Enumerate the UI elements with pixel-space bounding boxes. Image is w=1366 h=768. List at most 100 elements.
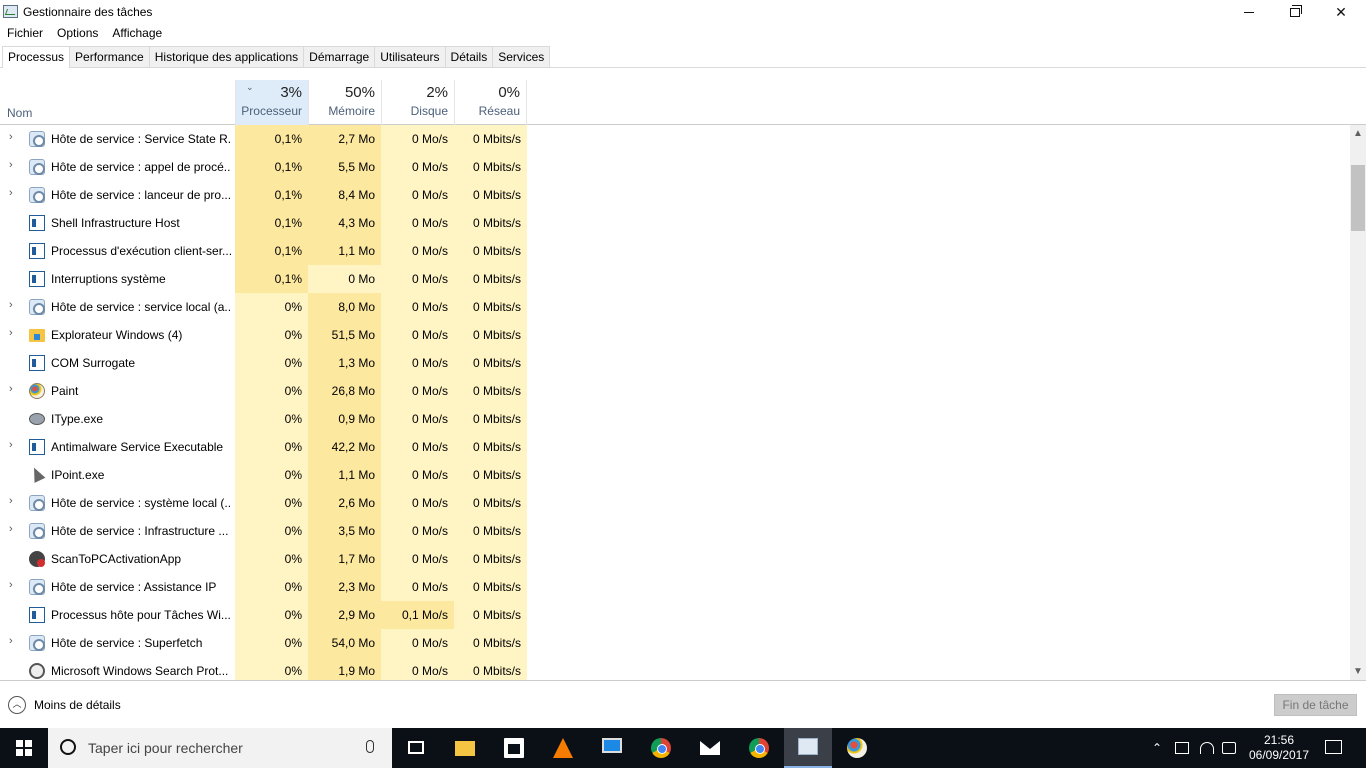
taskbar-app-chrome[interactable]	[637, 728, 685, 768]
minimize-icon	[1244, 11, 1254, 13]
expand-chevron-icon[interactable]: ›	[9, 328, 17, 339]
table-row[interactable]: › Hôte de service : service local (a... 0%…	[0, 293, 1350, 321]
expand-chevron-icon[interactable]: ›	[9, 300, 17, 311]
network-cell: 0 Mbits/s	[454, 545, 527, 573]
process-name: Shell Infrastructure Host	[51, 216, 180, 230]
microphone-icon[interactable]	[366, 740, 374, 753]
scroll-up-icon[interactable]: ▲	[1350, 125, 1366, 142]
taskbar-app-task-view[interactable]	[392, 728, 440, 768]
taskbar-app-file-explorer[interactable]	[441, 728, 489, 768]
volume-icon[interactable]	[1222, 742, 1236, 754]
restore-icon	[1290, 4, 1302, 17]
memory-cell: 1,3 Mo	[308, 349, 381, 377]
chevron-up-icon[interactable]: ⌃	[1152, 741, 1162, 755]
taskbar-app-mail[interactable]	[686, 728, 734, 768]
table-row[interactable]: Microsoft Windows Search Prot... 0% 1,9 Mo…	[0, 657, 1350, 680]
table-row[interactable]: Interruptions système 0,1% 0 Mo 0 Mo/s 0 Mbi…	[0, 265, 1350, 293]
taskbar-search[interactable]: Taper ici pour rechercher	[48, 728, 392, 768]
table-row[interactable]: ScanToPCActivationApp 0% 1,7 Mo 0 Mo/s 0 Mbi…	[0, 545, 1350, 573]
tab-details[interactable]: Détails	[444, 46, 494, 67]
table-row[interactable]: › Hôte de service : Assistance IP 0% 2,3 Mo…	[0, 573, 1350, 601]
column-memory[interactable]: 50% Mémoire	[308, 80, 381, 125]
table-row[interactable]: › Paint 0% 26,8 Mo 0 Mo/s 0 Mbits/s	[0, 377, 1350, 405]
column-network[interactable]: 0% Réseau	[454, 80, 527, 125]
tab-utilisateurs[interactable]: Utilisateurs	[374, 46, 446, 67]
tab-historique[interactable]: Historique des applications	[148, 46, 305, 67]
monitor-icon	[602, 738, 622, 753]
table-row[interactable]: › Hôte de service : lanceur de pro... 0,1%…	[0, 181, 1350, 209]
minimize-button[interactable]	[1226, 0, 1272, 24]
scroll-down-icon[interactable]: ▼	[1350, 663, 1366, 680]
table-row[interactable]: IPoint.exe 0% 1,1 Mo 0 Mo/s 0 Mbits/s	[0, 461, 1350, 489]
table-row[interactable]: COM Surrogate 0% 1,3 Mo 0 Mo/s 0 Mbits/s	[0, 349, 1350, 377]
gear-icon	[29, 159, 45, 175]
table-row[interactable]: Processus hôte pour Tâches Wi... 0% 2,9 Mo…	[0, 601, 1350, 629]
taskbar-app-vlc[interactable]	[539, 728, 587, 768]
disk-cell: 0 Mo/s	[381, 405, 454, 433]
expand-chevron-icon[interactable]: ›	[9, 160, 17, 171]
table-row[interactable]: › Explorateur Windows (4) 0% 51,5 Mo 0 Mo/s 0…	[0, 321, 1350, 349]
column-name[interactable]: Nom	[7, 106, 32, 120]
end-task-button[interactable]: Fin de tâche	[1274, 694, 1357, 716]
tab-performance[interactable]: Performance	[69, 46, 150, 67]
cpu-cell: 0,1%	[235, 153, 308, 181]
table-row[interactable]: › Hôte de service : système local (... 0% 2…	[0, 489, 1350, 517]
memory-cell: 2,6 Mo	[308, 489, 381, 517]
table-row[interactable]: IType.exe 0% 0,9 Mo 0 Mo/s 0 Mbits/s	[0, 405, 1350, 433]
less-details-link[interactable]: Moins de détails	[34, 698, 121, 712]
table-row[interactable]: Processus d'exécution client-ser... 0,1% 1…	[0, 237, 1350, 265]
scroll-thumb[interactable]	[1351, 165, 1365, 231]
network-cell: 0 Mbits/s	[454, 321, 527, 349]
taskbar-app-paint[interactable]	[833, 728, 881, 768]
table-row[interactable]: › Hôte de service : appel de procé... 0,1%…	[0, 153, 1350, 181]
taskbar-app-store[interactable]	[490, 728, 538, 768]
menu-fichier[interactable]: Fichier	[0, 24, 50, 44]
process-name: Hôte de service : Superfetch	[51, 636, 203, 650]
table-row[interactable]: › Hôte de service : Infrastructure ... 0% 3…	[0, 517, 1350, 545]
column-cpu[interactable]: ⌄ 3% Processeur	[235, 80, 308, 125]
restore-button[interactable]	[1272, 0, 1318, 24]
disk-cell: 0 Mo/s	[381, 377, 454, 405]
cursor-icon	[28, 465, 46, 483]
memory-cell: 54,0 Mo	[308, 629, 381, 657]
menu-affichage[interactable]: Affichage	[105, 24, 169, 44]
menu-options[interactable]: Options	[50, 24, 105, 44]
tab-services[interactable]: Services	[492, 46, 551, 67]
start-button[interactable]	[0, 728, 48, 768]
expand-chevron-icon[interactable]: ›	[9, 636, 17, 647]
table-row[interactable]: › Hôte de service : Service State R... 0,1…	[0, 125, 1350, 153]
collapse-icon[interactable]: ︿	[8, 696, 26, 714]
table-row[interactable]: › Hôte de service : Superfetch 0% 54,0 Mo 0 …	[0, 629, 1350, 657]
expand-chevron-icon[interactable]: ›	[9, 524, 17, 535]
task-manager-window: Gestionnaire des tâches ✕ Fichier Option…	[0, 0, 1366, 728]
clock[interactable]: 21:56 06/09/2017	[1248, 733, 1310, 763]
expand-chevron-icon[interactable]: ›	[9, 580, 17, 591]
expand-chevron-icon[interactable]: ›	[9, 496, 17, 507]
tab-processus[interactable]: Processus	[2, 46, 71, 68]
close-button[interactable]: ✕	[1318, 0, 1364, 24]
disk-cell: 0 Mo/s	[381, 545, 454, 573]
wifi-icon[interactable]	[1200, 742, 1214, 754]
memory-cell: 0 Mo	[308, 265, 381, 293]
expand-chevron-icon[interactable]: ›	[9, 188, 17, 199]
table-row[interactable]: › Antimalware Service Executable 0% 42,2 Mo…	[0, 433, 1350, 461]
battery-icon[interactable]	[1175, 742, 1189, 754]
taskbar-app-task-manager[interactable]	[784, 728, 832, 768]
vertical-scrollbar[interactable]: ▲ ▼	[1350, 125, 1366, 680]
tab-demarrage[interactable]: Démarrage	[303, 46, 376, 67]
network-cell: 0 Mbits/s	[454, 573, 527, 601]
taskbar-app-chrome[interactable]	[735, 728, 783, 768]
folder-icon	[29, 329, 45, 342]
network-cell: 0 Mbits/s	[454, 181, 527, 209]
expand-chevron-icon[interactable]: ›	[9, 384, 17, 395]
column-disk[interactable]: 2% Disque	[381, 80, 454, 125]
network-cell: 0 Mbits/s	[454, 209, 527, 237]
table-row[interactable]: Shell Infrastructure Host 0,1% 4,3 Mo 0 Mo/…	[0, 209, 1350, 237]
notification-icon[interactable]	[1325, 740, 1342, 754]
memory-cell: 2,9 Mo	[308, 601, 381, 629]
expand-chevron-icon[interactable]: ›	[9, 440, 17, 451]
expand-chevron-icon[interactable]: ›	[9, 132, 17, 143]
taskbar-app-monitor[interactable]	[588, 728, 636, 768]
gear-icon	[29, 131, 45, 147]
footer-bar: ︿ Moins de détails Fin de tâche	[0, 680, 1366, 728]
